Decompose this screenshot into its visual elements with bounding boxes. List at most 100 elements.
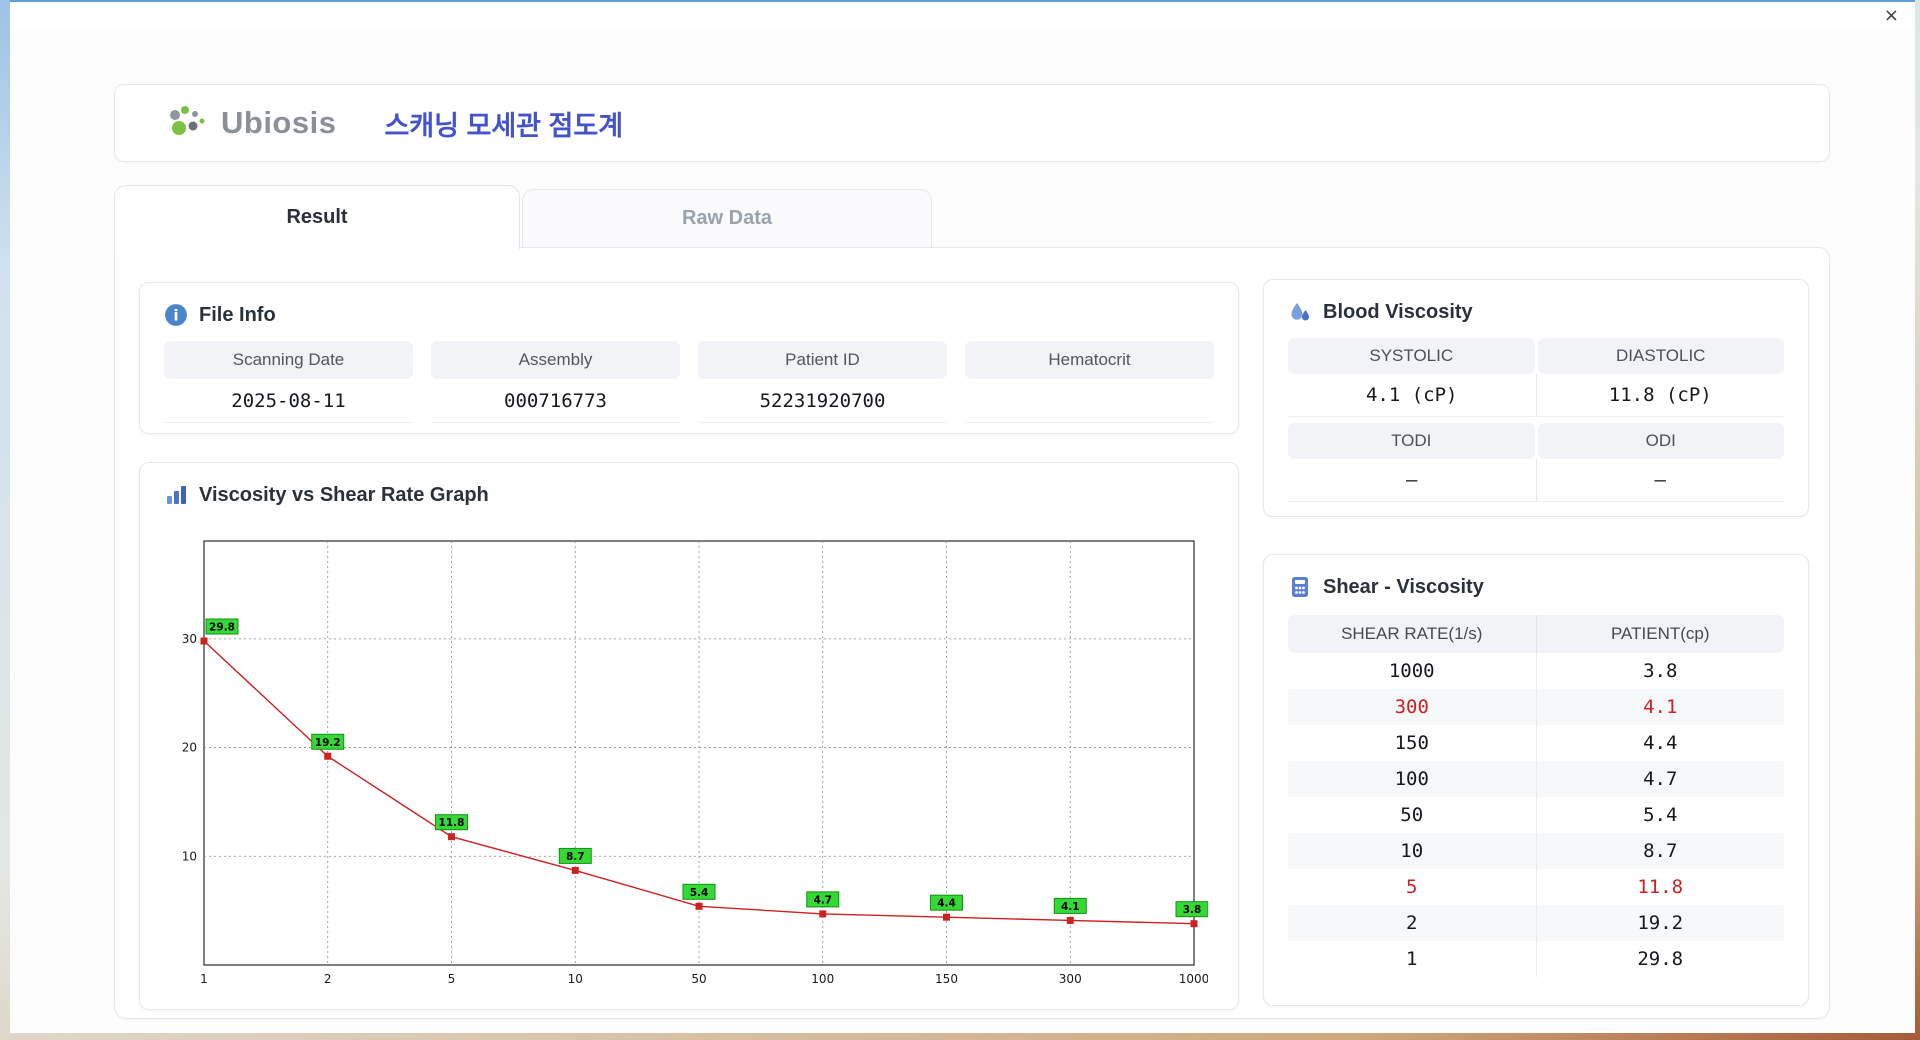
field-patient-id: Patient ID 52231920700 <box>698 341 947 423</box>
bv-label-row: TODI ODI <box>1288 423 1784 459</box>
page-title: 스캐닝 모세관 점도계 <box>384 110 624 141</box>
svg-text:19.2: 19.2 <box>315 737 341 749</box>
field-value: 2025-08-11 <box>164 379 413 423</box>
blood-viscosity-title: Blood Viscosity <box>1323 300 1473 323</box>
tab-result[interactable]: Result <box>114 185 520 249</box>
svg-text:10: 10 <box>568 972 583 986</box>
shear-viscosity-card: Shear - Viscosity SHEAR RATE(1/s) PATIEN… <box>1263 554 1809 1006</box>
table-row: 100 4.7 <box>1288 761 1784 797</box>
svg-text:100: 100 <box>811 972 834 986</box>
file-info-fields: Scanning Date 2025-08-11 Assembly 000716… <box>140 339 1238 423</box>
patient-column-header: PATIENT(cp) <box>1535 615 1785 653</box>
field-scanning-date: Scanning Date 2025-08-11 <box>164 341 413 423</box>
table-row: 10 8.7 <box>1288 833 1784 869</box>
table-row: 1 29.8 <box>1288 941 1784 977</box>
field-label: Patient ID <box>698 341 947 379</box>
svg-text:29.8: 29.8 <box>209 622 235 634</box>
logo-dots-icon <box>170 106 205 135</box>
svg-text:2: 2 <box>324 972 332 986</box>
patient-cell: 19.2 <box>1535 905 1785 941</box>
svg-text:4.1: 4.1 <box>1061 901 1080 913</box>
patient-cell: 29.8 <box>1535 941 1785 977</box>
calculator-icon <box>1292 577 1308 597</box>
shear-rate-cell: 100 <box>1394 768 1429 790</box>
graph-header: Viscosity vs Shear Rate Graph <box>140 463 1238 519</box>
droplets-icon <box>1291 303 1309 321</box>
field-assembly: Assembly 000716773 <box>431 341 680 423</box>
file-info-card: i File Info Scanning Date 2025-08-11 Ass… <box>139 282 1239 434</box>
blood-viscosity-header: Blood Viscosity <box>1264 280 1808 336</box>
close-icon[interactable]: × <box>1884 6 1899 26</box>
systolic-label: SYSTOLIC <box>1288 338 1535 374</box>
window-titlebar: × <box>10 4 1915 30</box>
svg-text:5.4: 5.4 <box>690 887 709 899</box>
shear-rate-cell: 1000 <box>1388 660 1435 682</box>
shear-viscosity-table: SHEAR RATE(1/s) PATIENT(cp) 1000 3.8 300 4.… <box>1264 611 1808 977</box>
field-label: Scanning Date <box>164 341 413 379</box>
shear-rate-cell: 5 <box>1406 876 1418 898</box>
shear-viscosity-header: Shear - Viscosity <box>1264 555 1808 611</box>
shear-rate-cell: 150 <box>1394 732 1429 754</box>
svg-text:8.7: 8.7 <box>566 851 585 863</box>
shear-rate-cell: 300 <box>1394 696 1429 718</box>
svg-text:50: 50 <box>691 972 706 986</box>
table-row: 5 11.8 <box>1288 869 1784 905</box>
shear-rate-cell: 10 <box>1400 840 1424 862</box>
patient-cell: 4.4 <box>1535 725 1785 761</box>
svg-text:4.4: 4.4 <box>937 898 956 910</box>
field-hematocrit: Hematocrit <box>965 341 1214 423</box>
patient-cell: 5.4 <box>1535 797 1785 833</box>
shear-table-header: SHEAR RATE(1/s) PATIENT(cp) <box>1288 615 1784 653</box>
field-value <box>965 379 1214 423</box>
ubiosis-logo: Ubiosis <box>167 103 336 143</box>
patient-cell: 11.8 <box>1535 869 1785 905</box>
bv-value-row: 4.1 (cP) 11.8 (cP) <box>1288 374 1784 417</box>
bar-chart-icon <box>167 486 186 504</box>
table-row: 50 5.4 <box>1288 797 1784 833</box>
odi-label: ODI <box>1537 423 1784 459</box>
file-info-header: i File Info <box>140 283 1238 339</box>
diastolic-label: DIASTOLIC <box>1537 338 1784 374</box>
patient-cell: 8.7 <box>1535 833 1785 869</box>
logo-text: Ubiosis <box>221 105 337 140</box>
viscosity-chart: 10 20 30 1 2 5 10 50 100 150 300 1000 29.8 19.2 11.8 8.… <box>140 519 1238 995</box>
bv-value-row: – – <box>1288 459 1784 502</box>
viscosity-chart-svg: 10 20 30 1 2 5 10 50 100 150 300 1000 29.8 19.2 11.8 8.… <box>182 540 1208 986</box>
table-row: 2 19.2 <box>1288 905 1784 941</box>
svg-text:10: 10 <box>182 849 197 863</box>
shear-rate-cell: 2 <box>1406 912 1418 934</box>
diastolic-value: 11.8 (cP) <box>1535 374 1785 416</box>
app-header: Ubiosis 스캐닝 모세관 점도계 <box>114 84 1830 162</box>
graph-title: Viscosity vs Shear Rate Graph <box>199 483 489 506</box>
patient-cell: 3.8 <box>1535 653 1785 689</box>
tab-raw-data[interactable]: Raw Data <box>522 189 932 248</box>
svg-text:30: 30 <box>182 632 197 646</box>
field-label: Assembly <box>431 341 680 379</box>
svg-text:3.8: 3.8 <box>1183 904 1202 916</box>
shear-rate-cell: 50 <box>1400 804 1424 826</box>
svg-text:1: 1 <box>200 972 208 986</box>
info-icon: i <box>165 304 187 326</box>
table-row: 150 4.4 <box>1288 725 1784 761</box>
shear-rate-column-header: SHEAR RATE(1/s) <box>1341 624 1483 643</box>
tab-result-label: Result <box>286 206 348 228</box>
blood-viscosity-card: Blood Viscosity SYSTOLIC DIASTOLIC 4.1 (… <box>1263 279 1809 517</box>
field-value: 52231920700 <box>698 379 947 423</box>
shear-rate-cell: 1 <box>1406 948 1418 970</box>
svg-text:20: 20 <box>182 741 197 755</box>
svg-text:1000: 1000 <box>1179 972 1208 986</box>
patient-cell: 4.1 <box>1535 689 1785 725</box>
svg-text:5: 5 <box>448 972 456 986</box>
shear-table-body: 1000 3.8 300 4.1 150 4.4 100 4.7 50 5.4 10 8.7 5 11.8… <box>1288 653 1784 977</box>
app-window: × Ubiosis 스캐닝 모세관 점도계 Result Raw Data i … <box>10 0 1915 1033</box>
svg-text:i: i <box>173 306 178 324</box>
svg-text:150: 150 <box>935 972 958 986</box>
todi-value: – <box>1406 469 1418 491</box>
result-panel: i File Info Scanning Date 2025-08-11 Ass… <box>114 247 1830 1019</box>
odi-value: – <box>1535 459 1785 501</box>
field-label: Hematocrit <box>965 341 1214 379</box>
todi-label: TODI <box>1288 423 1535 459</box>
bv-label-row: SYSTOLIC DIASTOLIC <box>1288 338 1784 374</box>
svg-text:4.7: 4.7 <box>813 894 832 906</box>
field-value: 000716773 <box>431 379 680 423</box>
